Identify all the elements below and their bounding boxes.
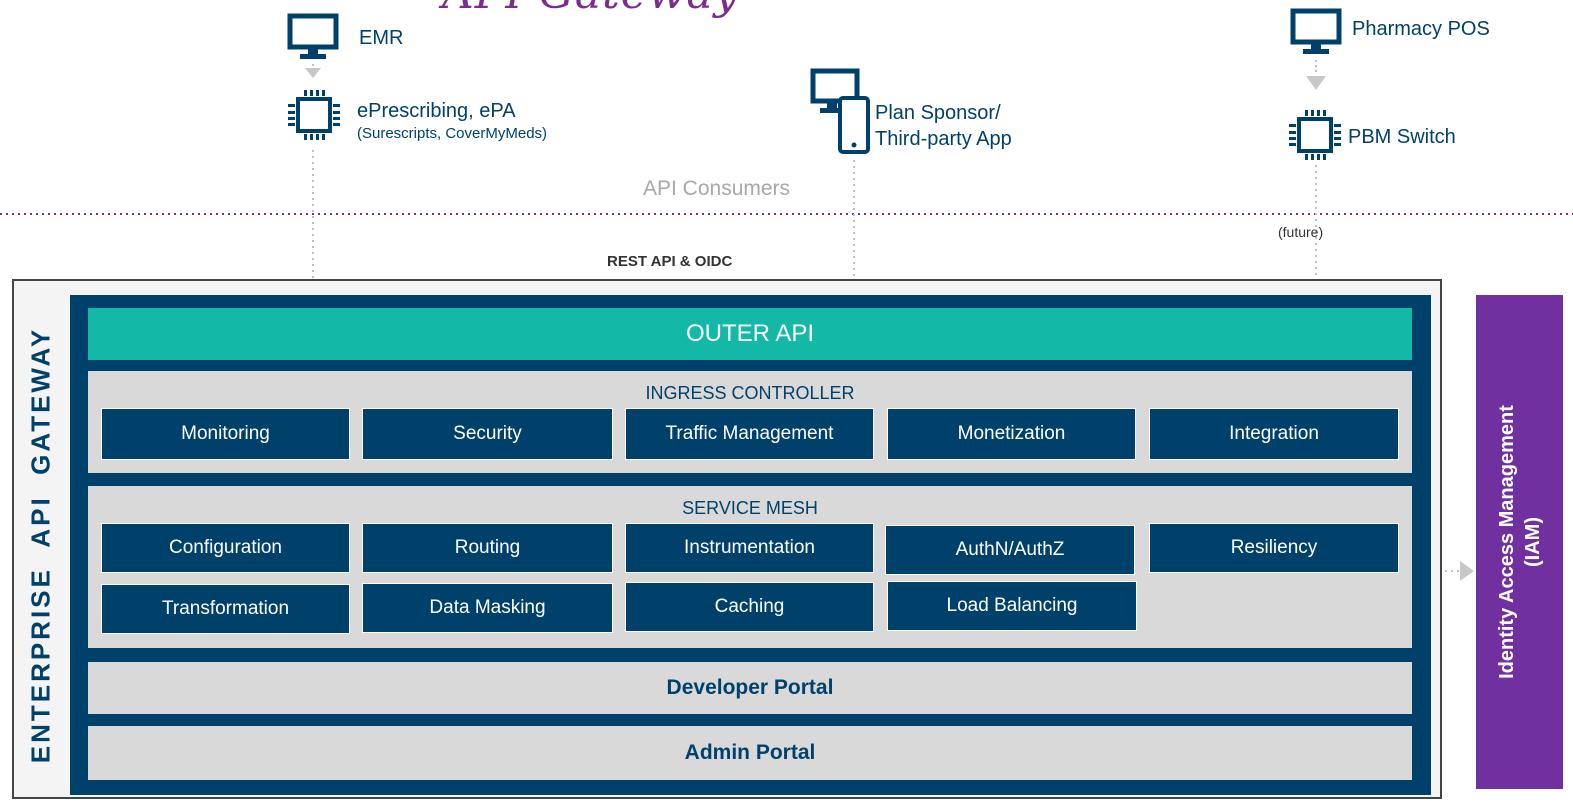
- eprescribing-label: ePrescribing, ePA: [357, 100, 516, 122]
- mesh-item-data-masking: Data Masking: [362, 583, 613, 633]
- ingress-item-traffic-management: Traffic Management: [625, 408, 874, 460]
- plan-sponsor-label-1: Plan Sponsor/: [875, 102, 1001, 124]
- ingress-controller-panel: INGRESS CONTROLLER Monitoring Security T…: [88, 371, 1412, 473]
- gateway-vertical-label: ENTERPRISE API GATEWAY: [25, 326, 56, 764]
- monitor-icon: [1290, 8, 1342, 54]
- api-consumers-label: API Consumers: [643, 177, 791, 200]
- mesh-item-resiliency: Resiliency: [1149, 523, 1399, 573]
- rest-api-label: REST API & OIDC: [607, 253, 733, 270]
- chip-icon: [288, 90, 340, 140]
- ingress-item-monetization: Monetization: [887, 408, 1136, 460]
- service-mesh-panel: SERVICE MESH Configuration Routing Instr…: [88, 486, 1412, 648]
- emr-label: EMR: [359, 27, 404, 49]
- iam-panel: Identity Access Management (IAM): [1476, 295, 1563, 789]
- iam-label: Identity Access Management (IAM): [1494, 405, 1546, 679]
- mesh-item-routing: Routing: [362, 523, 613, 573]
- pharmacy-pos-label: Pharmacy POS: [1352, 18, 1490, 40]
- mesh-item-transformation: Transformation: [101, 584, 350, 634]
- chip-icon: [1289, 110, 1341, 160]
- mesh-item-instrumentation: Instrumentation: [625, 523, 874, 573]
- admin-portal-bar: Admin Portal: [88, 726, 1412, 780]
- outer-api-bar: OUTER API: [88, 308, 1412, 360]
- ingress-item-monitoring: Monitoring: [101, 408, 350, 460]
- mesh-item-caching: Caching: [625, 582, 874, 632]
- emr-arrow: [305, 68, 321, 78]
- pharmacy-arrow: [1306, 76, 1326, 90]
- plan-sponsor-label-2: Third-party App: [875, 128, 1012, 150]
- eprescribing-sublabel: (Surescripts, CoverMyMeds): [357, 125, 548, 142]
- ingress-item-security: Security: [362, 408, 613, 460]
- monitor-icon: [287, 13, 339, 59]
- developer-portal-bar: Developer Portal: [88, 662, 1412, 714]
- service-mesh-title: SERVICE MESH: [682, 498, 818, 518]
- monitor-phone-icon: [810, 68, 870, 154]
- iam-label-line1: Identity Access Management: [1495, 405, 1518, 679]
- iam-label-line2: (IAM): [1521, 517, 1544, 567]
- iam-arrow: [1460, 561, 1474, 581]
- future-note: (future): [1278, 224, 1324, 240]
- ingress-item-integration: Integration: [1149, 408, 1399, 460]
- mesh-item-configuration: Configuration: [101, 523, 350, 573]
- mesh-item-load-balancing: Load Balancing: [887, 581, 1137, 631]
- mesh-item-authn-authz: AuthN/AuthZ: [885, 525, 1135, 575]
- ingress-controller-title: INGRESS CONTROLLER: [645, 383, 855, 403]
- pbm-switch-label: PBM Switch: [1348, 126, 1456, 148]
